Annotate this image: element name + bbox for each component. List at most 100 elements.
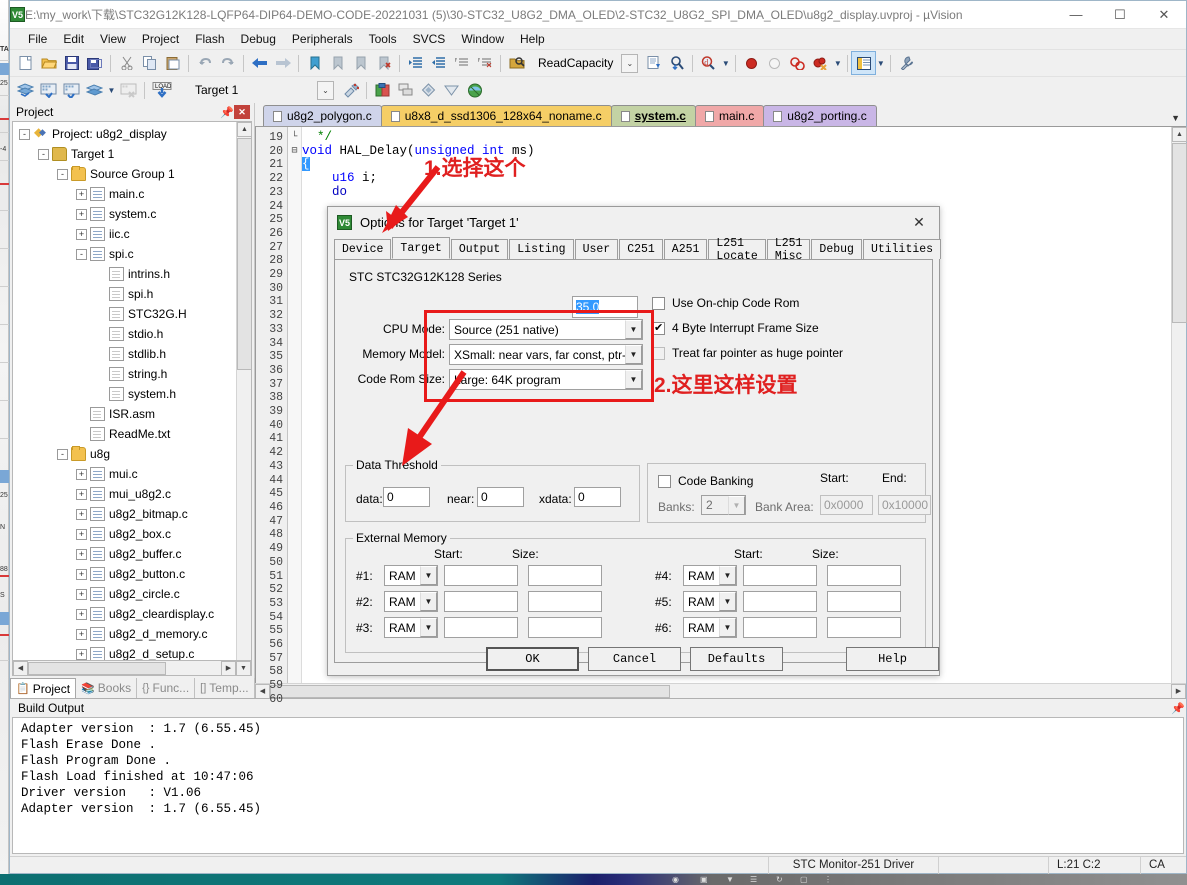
target-combo[interactable]: Target 1 ⌄ <box>191 80 334 101</box>
dialog-tab-l251-locate[interactable]: L251 Locate <box>708 237 766 263</box>
batch-build-icon[interactable] <box>83 79 106 101</box>
layout-caret-icon[interactable]: ▼ <box>875 52 886 74</box>
code-banking-row[interactable]: Code Banking <box>658 474 753 488</box>
batch-build-caret-icon[interactable]: ▼ <box>106 79 117 101</box>
project-tree-hscrollbar[interactable]: ◀ ▶ ▼ <box>12 660 252 676</box>
editor-tab-main-c[interactable]: main.c <box>694 105 765 126</box>
ext-mem-size-input[interactable] <box>528 617 602 638</box>
dialog-tab-user[interactable]: User <box>574 239 619 259</box>
tree-item[interactable]: ReadMe.txt <box>13 424 236 444</box>
expand-icon[interactable]: + <box>76 648 87 660</box>
tree-item[interactable]: string.h <box>13 364 236 384</box>
tree-item[interactable]: - Target 1 <box>13 144 236 164</box>
expand-icon[interactable]: + <box>76 208 87 220</box>
dialog-tab-c251[interactable]: C251 <box>619 239 663 259</box>
navigate-forward-icon[interactable] <box>271 52 294 74</box>
expand-icon[interactable]: + <box>76 548 87 560</box>
find-in-files-icon[interactable] <box>505 52 528 74</box>
chevron-down-icon[interactable]: ▼ <box>420 618 437 637</box>
redo-icon[interactable] <box>216 52 239 74</box>
tree-item[interactable]: stdlib.h <box>13 344 236 364</box>
navigate-back-icon[interactable] <box>248 52 271 74</box>
expand-icon[interactable]: + <box>76 508 87 520</box>
insert-file-icon[interactable] <box>642 52 665 74</box>
ext-mem-start-input[interactable] <box>444 617 518 638</box>
ok-button[interactable]: OK <box>486 647 579 671</box>
tree-item[interactable]: - u8g <box>13 444 236 464</box>
collapse-icon[interactable]: - <box>57 448 68 460</box>
chevron-down-icon[interactable]: ⌄ <box>317 80 334 100</box>
chevron-down-icon[interactable]: ⌄ <box>621 53 639 73</box>
breakpoint-icon[interactable] <box>740 52 763 74</box>
editor-hscrollbar[interactable]: ◀ ▶ <box>255 683 1186 699</box>
dialog-tab-debug[interactable]: Debug <box>811 239 862 259</box>
scroll-thumb[interactable] <box>237 138 251 370</box>
rebuild-icon[interactable] <box>60 79 83 101</box>
components-icon[interactable] <box>394 79 417 101</box>
ext-mem-size-input[interactable] <box>827 617 901 638</box>
data-threshold-data-input[interactable]: 0 <box>383 487 430 507</box>
open-file-icon[interactable] <box>37 52 60 74</box>
debug-query-caret-icon[interactable]: ▼ <box>720 52 731 74</box>
ext-mem-type-select[interactable]: RAM ▼ <box>683 565 737 586</box>
menu-tools[interactable]: Tools <box>361 30 405 48</box>
collapse-icon[interactable]: - <box>76 248 87 260</box>
pin-icon[interactable]: 📌 <box>220 106 234 119</box>
ext-mem-start-input[interactable] <box>444 565 518 586</box>
outdent-icon[interactable] <box>427 52 450 74</box>
uncomment-icon[interactable] <box>473 52 496 74</box>
menu-flash[interactable]: Flash <box>187 30 232 48</box>
data-threshold-xdata-input[interactable]: 0 <box>574 487 621 507</box>
breakpoints-caret-icon[interactable]: ▼ <box>832 52 843 74</box>
target-options-icon[interactable] <box>339 79 362 101</box>
project-tree[interactable]: -Project: u8g2_display-Target 1-Source G… <box>12 121 252 661</box>
chevron-down-icon[interactable]: ▼ <box>420 566 437 585</box>
ext-mem-type-select[interactable]: RAM ▼ <box>683 617 737 638</box>
tree-item[interactable]: + u8g2_button.c <box>13 564 236 584</box>
tree-item[interactable]: + u8g2_d_setup.c <box>13 644 236 660</box>
editor-hscroll-thumb[interactable] <box>270 684 670 698</box>
menu-peripherals[interactable]: Peripherals <box>284 30 361 48</box>
tree-item[interactable]: system.h <box>13 384 236 404</box>
expand-icon[interactable]: + <box>76 528 87 540</box>
chevron-down-icon[interactable]: ▼ <box>719 566 736 585</box>
chevron-down-icon[interactable]: ▼ <box>420 592 437 611</box>
multi-project-icon[interactable] <box>417 79 440 101</box>
save-all-icon[interactable] <box>83 52 106 74</box>
ext-mem-type-select[interactable]: RAM ▼ <box>384 565 438 586</box>
tree-item[interactable]: + main.c <box>13 184 236 204</box>
tab-scroll-caret-icon[interactable]: ▼ <box>1171 113 1180 123</box>
editor-scroll-up-icon[interactable]: ▲ <box>1172 127 1187 142</box>
collapse-icon[interactable]: - <box>38 148 49 160</box>
ext-mem-start-input[interactable] <box>743 617 817 638</box>
editor-scroll-thumb[interactable] <box>1172 143 1187 323</box>
menu-help[interactable]: Help <box>512 30 553 48</box>
tree-item[interactable]: STC32G.H <box>13 304 236 324</box>
disable-all-breakpoints-icon[interactable] <box>786 52 809 74</box>
download-icon[interactable]: LOAD <box>149 79 175 101</box>
ext-mem-type-select[interactable]: RAM ▼ <box>384 591 438 612</box>
dialog-tab-device[interactable]: Device <box>334 239 392 259</box>
menu-window[interactable]: Window <box>453 30 512 48</box>
project-tree-scrollbar[interactable]: ▲ <box>236 122 251 660</box>
minimize-button[interactable]: — <box>1054 1 1098 28</box>
ext-mem-start-input[interactable] <box>743 591 817 612</box>
ext-mem-size-input[interactable] <box>528 565 602 586</box>
collapse-icon[interactable]: - <box>19 128 30 140</box>
copy-icon[interactable] <box>138 52 161 74</box>
editor-vscrollbar[interactable]: ▲ <box>1171 127 1187 683</box>
close-icon[interactable]: ✕ <box>234 105 250 119</box>
options-for-target-dialog[interactable]: V5 Options for Target 'Target 1' ✕ Devic… <box>327 206 942 676</box>
ext-mem-type-select[interactable]: RAM ▼ <box>683 591 737 612</box>
dialog-tab-l251-misc[interactable]: L251 Misc <box>766 237 811 263</box>
scroll-up-icon[interactable]: ▲ <box>237 122 251 137</box>
menu-file[interactable]: File <box>20 30 55 48</box>
tree-item[interactable]: ISR.asm <box>13 404 236 424</box>
dialog-tab-target[interactable]: Target <box>392 237 450 259</box>
tree-item[interactable]: + mui.c <box>13 464 236 484</box>
fold-marker[interactable]: └ <box>288 131 301 145</box>
tab-functions[interactable]: {} Func... <box>137 678 196 698</box>
expand-icon[interactable]: + <box>76 228 87 240</box>
expand-icon[interactable]: + <box>76 608 87 620</box>
debug-query-icon[interactable]: d <box>697 52 720 74</box>
